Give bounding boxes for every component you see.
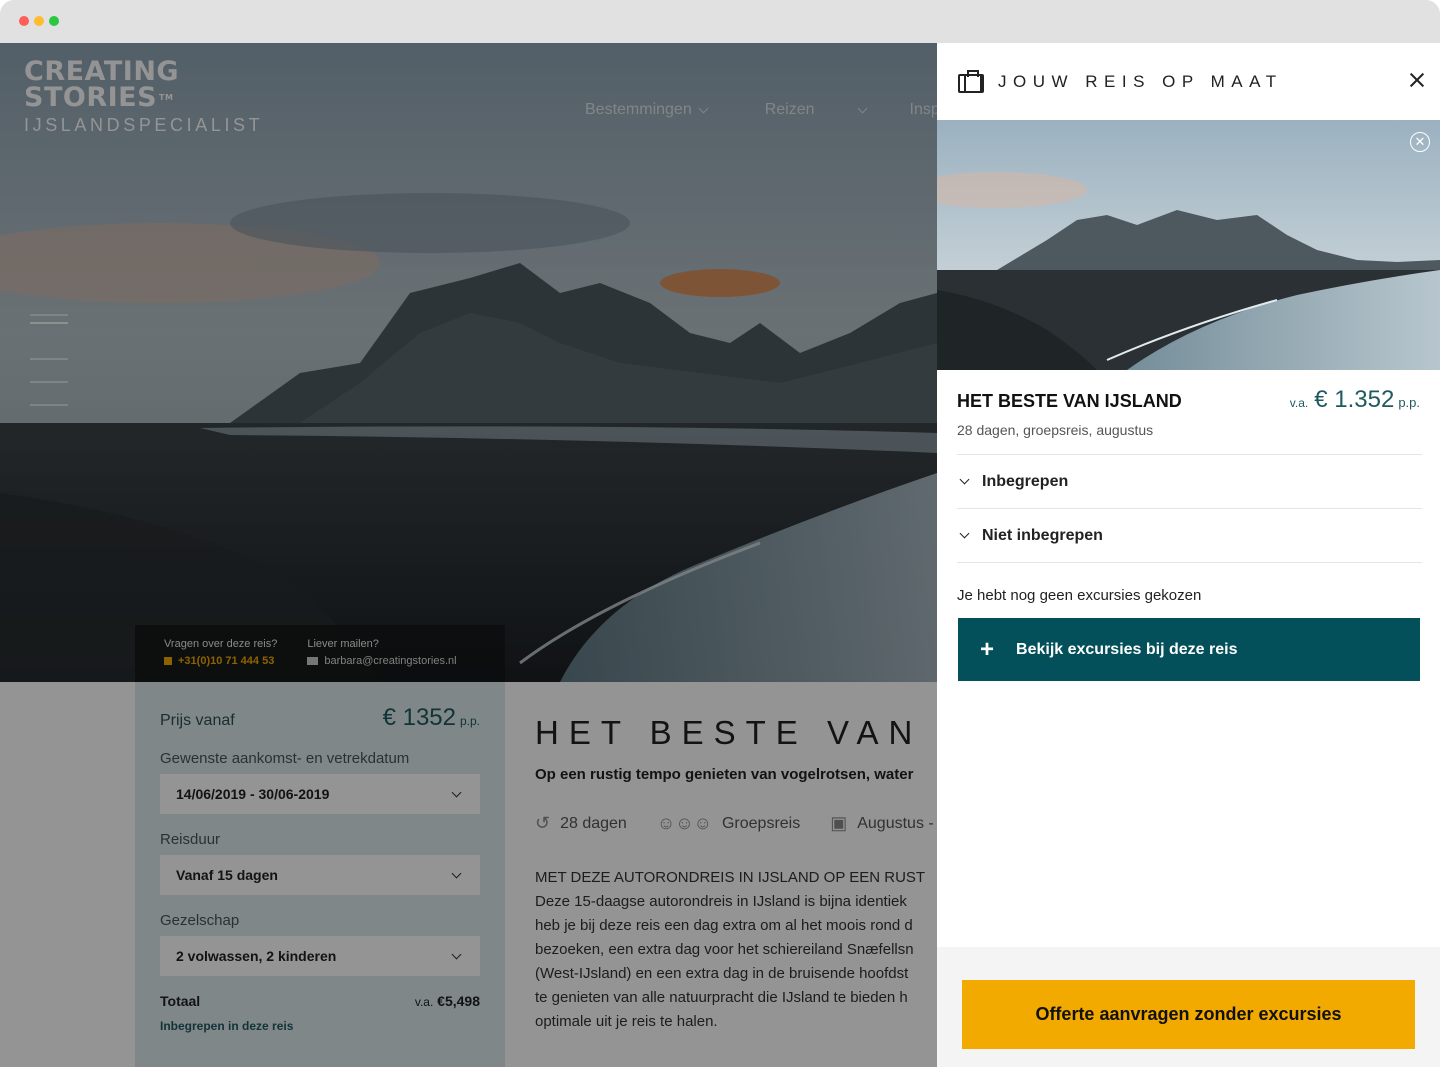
browser-chrome (0, 0, 1440, 43)
plus-icon: + (980, 635, 995, 663)
remove-trip-icon[interactable]: ✕ (1410, 132, 1430, 152)
chevron-down-icon (959, 474, 970, 485)
view-excursions-button[interactable]: + Bekijk excursies bij deze reis (958, 618, 1420, 681)
price-prefix: v.a. (1289, 396, 1309, 410)
drawer-title: JOUW REIS OP MAAT (998, 71, 1283, 91)
view-excursions-label: Bekijk excursies bij deze reis (1016, 640, 1238, 658)
accordion-label: Niet inbegrepen (982, 526, 1103, 544)
accordion-label: Inbegrepen (982, 472, 1069, 490)
chevron-down-icon (959, 528, 970, 539)
accordion-niet-inbegrepen[interactable]: Niet inbegrepen (957, 509, 1422, 563)
modal-backdrop[interactable] (0, 43, 937, 1067)
page: CREATING STORIES TM IJSLANDSPECIALIST Bes… (0, 43, 1440, 1067)
trip-landscape-illustration (937, 120, 1440, 370)
trip-price: € 1.352 (1314, 386, 1395, 413)
request-quote-button[interactable]: Offerte aanvragen zonder excursies (962, 980, 1415, 1049)
trip-meta: 28 dagen, groepsreis, augustus (957, 422, 1154, 438)
price-unit: p.p. (1398, 395, 1420, 410)
close-icon[interactable] (1406, 69, 1428, 91)
no-excursions-text: Je hebt nog geen excursies gekozen (957, 587, 1202, 604)
accordion: Inbegrepen Niet inbegrepen (957, 454, 1422, 563)
window-maximize-dot[interactable] (49, 16, 59, 26)
drawer-footer: Offerte aanvragen zonder excursies (937, 947, 1440, 1067)
accordion-inbegrepen[interactable]: Inbegrepen (957, 455, 1422, 509)
window-close-dot[interactable] (19, 16, 29, 26)
trip-image: ✕ (937, 120, 1440, 370)
window-minimize-dot[interactable] (34, 16, 44, 26)
drawer-header: JOUW REIS OP MAAT (937, 43, 1440, 120)
suitcase-icon (958, 70, 984, 93)
trip-summary: HET BESTE VAN IJSLAND v.a. € 1.352 p.p. 28… (937, 370, 1440, 438)
trip-name: HET BESTE VAN IJSLAND (957, 391, 1182, 411)
trip-drawer: JOUW REIS OP MAAT ✕ HET BESTE VAN IJSLAN… (937, 43, 1440, 1067)
